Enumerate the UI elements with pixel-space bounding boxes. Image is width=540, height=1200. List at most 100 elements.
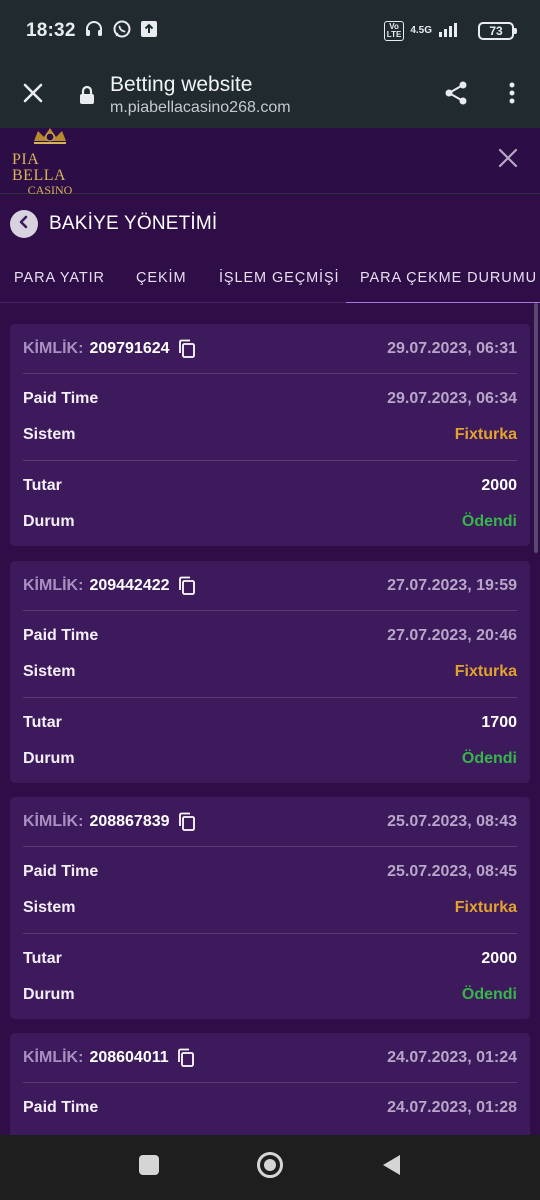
withdrawal-card: KİMLİK: 208867839 25.07.2023, 08:43 Paid… [10,797,530,1019]
copy-icon[interactable] [178,576,196,596]
scrollbar[interactable] [534,303,538,553]
paid-time-label: Paid Time [23,1099,99,1116]
status-label: Durum [23,513,75,530]
status-value: Ödendi [461,986,517,1003]
site-close-button[interactable] [488,141,528,181]
amount-value: 1700 [481,714,517,731]
request-date: 27.07.2023, 19:59 [387,576,517,594]
tab-para-yatir[interactable]: PARA YATIR [14,253,105,303]
request-date: 29.07.2023, 06:31 [387,339,517,357]
more-menu-button[interactable] [484,62,540,128]
withdrawal-id: 209791624 [89,339,170,357]
withdrawal-card: KİMLİK: 209791624 29.07.2023, 06:31 Paid… [10,324,530,546]
system-value: Fixturka [454,899,517,916]
back-button[interactable] [10,210,38,238]
paid-time-row: Paid Time 27.07.2023, 20:46 [23,618,517,654]
copy-icon[interactable] [178,339,196,359]
amount-label: Tutar [23,950,62,967]
chevron-left-icon [17,215,31,234]
paid-time-label: Paid Time [23,627,99,644]
id-label: KİMLİK: [23,576,84,594]
withdrawal-card: KİMLİK: 208604011 24.07.2023, 01:24 Paid… [10,1033,530,1135]
headset-icon [84,19,104,44]
withdrawal-id: 208604011 [89,1048,169,1066]
card-section: Paid Time 25.07.2023, 08:45 Sistem Fixtu… [23,847,517,933]
id-label: KİMLİK: [23,1048,84,1066]
page-title-browser: Betting website [110,73,253,96]
paid-time-value: 27.07.2023, 20:46 [387,627,517,644]
amount-value: 2000 [481,477,517,494]
page-title: BAKİYE YÖNETİMİ [49,213,218,234]
request-date: 25.07.2023, 08:43 [387,812,517,830]
card-header: KİMLİK: 208604011 24.07.2023, 01:24 [23,1033,517,1083]
logo-text: PIA BELLA [12,151,67,184]
request-date: 24.07.2023, 01:24 [387,1048,517,1066]
system-value: Fixturka [454,426,517,443]
copy-icon[interactable] [177,1048,195,1068]
tab-islem-gecmisi[interactable]: İŞLEM GEÇMİŞİ [219,253,339,303]
status-label: Durum [23,986,75,1003]
crown-icon [28,125,72,152]
system-label: Sistem [23,426,76,443]
recents-button[interactable] [138,1154,160,1181]
amount-row: Tutar 2000 [23,468,517,504]
paid-time-value: 29.07.2023, 06:34 [387,390,517,407]
status-bar: 18:32 Vo LTE 4.5G 73 [0,0,540,62]
system-value: Fixturka [454,663,517,680]
status-row: Durum Ödendi [23,741,517,777]
network-type: 4.5G [410,25,432,36]
tab-bar: PARA YATIR ÇEKİM İŞLEM GEÇMİŞİ PARA ÇEKM… [0,253,540,304]
id-label: KİMLİK: [23,812,84,830]
lock-icon[interactable] [72,85,102,105]
system-label: Sistem [23,663,76,680]
paid-time-value: 25.07.2023, 08:45 [387,863,517,880]
paid-time-label: Paid Time [23,390,99,407]
system-row: Sistem Fixturka [23,890,517,926]
home-button[interactable] [256,1151,284,1184]
status-time: 18:32 [26,20,76,41]
system-row: Sistem Fixturka [23,654,517,690]
card-section: Paid Time 27.07.2023, 20:46 Sistem Fixtu… [23,611,517,697]
paid-time-row: Paid Time 25.07.2023, 08:45 [23,854,517,890]
site-header: PIA BELLA CASINO [0,125,540,196]
card-header: KİMLİK: 208867839 25.07.2023, 08:43 [23,797,517,847]
system-row: Sistem Fixturka [23,417,517,453]
tab-para-cekme-durumu[interactable]: PARA ÇEKME DURUMU [346,253,540,304]
page-url: m.piabellacasino268.com [110,99,291,116]
card-section: Tutar 2000 Durum Ödendi [23,933,517,1020]
site-logo[interactable]: PIA BELLA CASINO [12,125,88,196]
withdrawal-list[interactable]: KİMLİK: 209791624 29.07.2023, 06:31 Paid… [0,303,540,1135]
system-nav-bar [0,1135,540,1200]
card-section: Paid Time 29.07.2023, 06:34 Sistem Fixtu… [23,374,517,460]
withdrawal-id: 209442422 [89,576,170,594]
amount-label: Tutar [23,714,62,731]
card-header: KİMLİK: 209791624 29.07.2023, 06:31 [23,324,517,374]
more-vert-icon [508,81,516,110]
card-section: Tutar 2000 Durum Ödendi [23,460,517,547]
tab-cekim[interactable]: ÇEKİM [136,253,186,303]
close-icon [497,147,519,174]
whatsapp-icon [112,19,132,44]
card-header: KİMLİK: 209442422 27.07.2023, 19:59 [23,561,517,611]
paid-time-row: Paid Time 29.07.2023, 06:34 [23,381,517,417]
share-icon [443,80,469,111]
status-value: Ödendi [461,750,517,767]
battery-icon: 73 [478,22,517,40]
close-tab-button[interactable] [0,62,66,128]
withdrawal-id: 208867839 [89,812,170,830]
amount-label: Tutar [23,477,62,494]
copy-icon[interactable] [178,812,196,832]
status-row: Durum Ödendi [23,977,517,1013]
withdrawal-card: KİMLİK: 209442422 27.07.2023, 19:59 Paid… [10,561,530,783]
system-label: Sistem [23,899,76,916]
card-section: Tutar 1700 Durum Ödendi [23,697,517,784]
status-row: Durum Ödendi [23,504,517,540]
back-nav-button[interactable] [380,1153,402,1182]
card-section: Paid Time 24.07.2023, 01:28 [23,1083,517,1133]
upload-icon [140,20,158,43]
address-bar[interactable]: Betting website m.piabellacasino268.com [110,72,428,118]
browser-toolbar: Betting website m.piabellacasino268.com [0,62,540,128]
share-button[interactable] [428,62,484,128]
status-value: Ödendi [461,513,517,530]
paid-time-row: Paid Time 24.07.2023, 01:28 [23,1090,517,1126]
